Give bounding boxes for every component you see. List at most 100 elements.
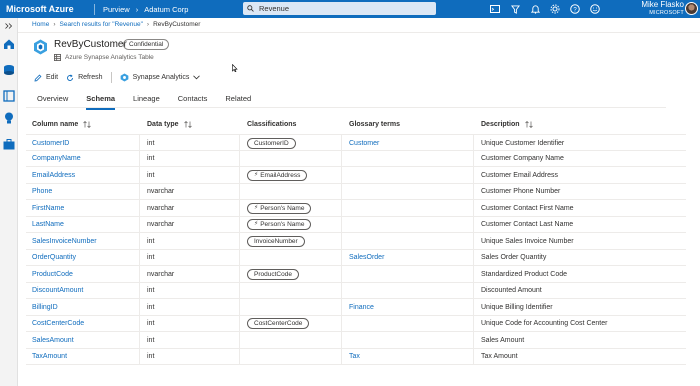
breadcrumb-home[interactable]: Home: [32, 21, 49, 28]
top-icons: ?: [490, 0, 600, 18]
glossary-term-link[interactable]: Finance: [349, 299, 374, 315]
table-row[interactable]: CostCenterCode int CostCenterCode Unique Co…: [26, 315, 686, 332]
synapse-analytics-dropdown[interactable]: Synapse Analytics: [120, 73, 201, 82]
gear-icon[interactable]: [550, 4, 560, 14]
avatar[interactable]: [685, 2, 698, 15]
breadcrumb-search[interactable]: Search results for "Revenue": [60, 21, 143, 28]
table-row[interactable]: DiscountAmount int Discounted Amount: [26, 282, 686, 299]
table-row[interactable]: Phone nvarchar Customer Phone Number: [26, 183, 686, 200]
table-icon: [54, 54, 61, 61]
column-divider: [341, 200, 342, 216]
tab-lineage[interactable]: Lineage: [133, 94, 160, 106]
management-icon[interactable]: [3, 138, 15, 150]
glossary-term-link[interactable]: SalesOrder: [349, 250, 384, 266]
home-icon[interactable]: [3, 38, 15, 50]
data-type-cell: int: [147, 303, 155, 311]
column-divider: [239, 167, 240, 183]
table-row[interactable]: BillingID int Finance Unique Billing Identi…: [26, 299, 686, 316]
table-row[interactable]: CompanyName int Customer Company Name: [26, 150, 686, 167]
column-divider: [473, 167, 474, 183]
user-account[interactable]: Mike Flasko MICROSOFT: [641, 1, 684, 17]
column-header-label: Description: [481, 121, 520, 128]
page-title: RevByCustomer: [54, 39, 127, 50]
table-row[interactable]: OrderQuantity int SalesOrder Sales Order Qu…: [26, 249, 686, 266]
description-cell: Standardized Product Code: [481, 270, 567, 278]
glossary-term-link[interactable]: Customer: [349, 135, 379, 151]
edit-button[interactable]: Edit: [34, 74, 58, 82]
lightning-icon: ⚡︎: [254, 221, 259, 227]
column-divider: [139, 249, 140, 266]
mouse-cursor-icon: [232, 63, 238, 74]
table-row[interactable]: CustomerID int CustomerID Customer Unique Cu…: [26, 134, 686, 151]
column-name-link[interactable]: DiscountAmount: [32, 283, 83, 299]
column-divider: [139, 266, 140, 282]
description-cell: Customer Phone Number: [481, 188, 561, 195]
column-name-link[interactable]: BillingID: [32, 299, 58, 315]
description-cell: Tax Amount: [481, 353, 518, 360]
column-name-link[interactable]: CostCenterCode: [32, 316, 84, 332]
table-row[interactable]: SalesInvoiceNumber int InvoiceNumber Unique…: [26, 233, 686, 250]
column-name-link[interactable]: SalesAmount: [32, 332, 74, 348]
classification-chip[interactable]: CustomerID: [247, 137, 296, 149]
brand-title[interactable]: Microsoft Azure: [0, 4, 92, 14]
table-row[interactable]: LastName nvarchar ⚡︎ Person's Name Customer …: [26, 216, 686, 233]
glossary-term-link[interactable]: Tax: [349, 349, 360, 365]
glossary-icon[interactable]: [3, 90, 15, 102]
column-header-type[interactable]: Data type: [147, 121, 192, 128]
column-divider: [341, 183, 342, 200]
column-name-link[interactable]: LastName: [32, 217, 64, 233]
global-search-input[interactable]: Revenue: [243, 2, 436, 15]
tab-related[interactable]: Related: [225, 94, 251, 106]
column-name-link[interactable]: FirstName: [32, 200, 64, 216]
help-icon[interactable]: ?: [570, 4, 580, 14]
breadcrumb-current: RevByCustomer: [153, 21, 201, 28]
column-name-link[interactable]: ProductCode: [32, 266, 73, 282]
column-divider: [473, 266, 474, 282]
classification-chip[interactable]: ⚡︎ Person's Name: [247, 219, 312, 230]
column-divider: [139, 315, 140, 332]
column-name-link[interactable]: Phone: [32, 184, 52, 200]
description-cell: Unique Sales Invoice Number: [481, 237, 574, 245]
expand-chevrons-icon[interactable]: [3, 20, 15, 32]
classification-label: CostCenterCode: [254, 320, 303, 327]
column-name-link[interactable]: SalesInvoiceNumber: [32, 233, 97, 249]
data-map-icon[interactable]: [3, 64, 15, 76]
bell-icon[interactable]: [530, 4, 540, 14]
column-header-description[interactable]: Description: [481, 121, 533, 128]
tab-schema[interactable]: Schema: [86, 94, 115, 110]
table-row[interactable]: FirstName nvarchar ⚡︎ Person's Name Customer…: [26, 200, 686, 217]
tab-overview[interactable]: Overview: [37, 94, 68, 106]
classification-chip[interactable]: CostCenterCode: [247, 318, 310, 329]
classification-label: ProductCode: [254, 270, 292, 278]
refresh-button[interactable]: Refresh: [66, 73, 103, 82]
data-type-cell: int: [147, 155, 155, 162]
column-name-link[interactable]: EmailAddress: [32, 167, 75, 183]
column-name-link[interactable]: CompanyName: [32, 151, 81, 167]
classification-label: EmailAddress: [260, 171, 301, 179]
description-cell: Sales Order Quantity: [481, 254, 547, 261]
feedback-icon[interactable]: [590, 4, 600, 14]
insights-icon[interactable]: [3, 112, 15, 124]
directory-filter-icon[interactable]: [510, 4, 520, 14]
sort-icon: [83, 121, 92, 128]
table-row[interactable]: EmailAddress int ⚡︎ EmailAddress Customer Em…: [26, 167, 686, 184]
column-name-link[interactable]: TaxAmount: [32, 349, 67, 365]
table-row[interactable]: TaxAmount int Tax Tax Amount: [26, 348, 686, 365]
classification-chip[interactable]: InvoiceNumber: [247, 235, 305, 247]
table-asset-icon: [33, 39, 48, 55]
top-breadcrumb-tenant[interactable]: Adatum Corp: [144, 5, 188, 14]
top-breadcrumb-purview[interactable]: Purview: [103, 5, 130, 14]
classification-chip[interactable]: ⚡︎ Person's Name: [247, 202, 312, 214]
table-row[interactable]: ProductCode nvarchar ProductCode Standardiz…: [26, 266, 686, 283]
cloud-shell-icon[interactable]: [490, 4, 500, 14]
classification-chip[interactable]: ⚡︎ EmailAddress: [247, 169, 308, 181]
synapse-icon: [120, 73, 128, 82]
column-name-link[interactable]: CustomerID: [32, 135, 69, 151]
column-divider: [139, 200, 140, 216]
column-header-name[interactable]: Column name: [32, 121, 92, 128]
tab-contacts[interactable]: Contacts: [178, 94, 208, 106]
table-row[interactable]: SalesAmount int Sales Amount: [26, 332, 686, 349]
column-name-link[interactable]: OrderQuantity: [32, 250, 76, 266]
command-bar: Edit Refresh Synapse Analytics: [34, 72, 201, 83]
classification-chip[interactable]: ProductCode: [247, 268, 299, 280]
